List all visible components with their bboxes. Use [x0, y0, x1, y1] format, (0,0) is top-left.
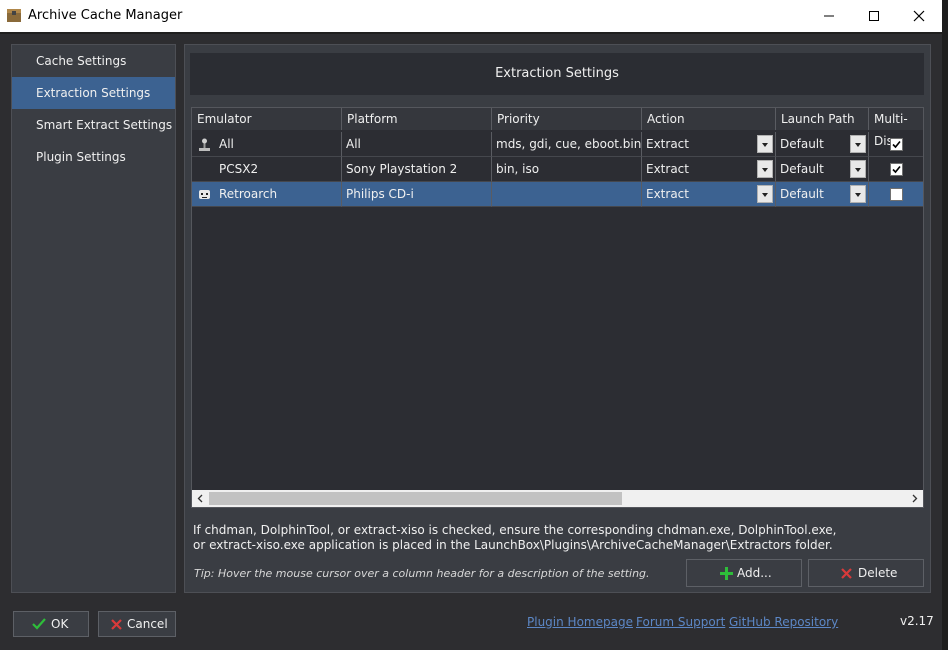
cancel-button[interactable]: Cancel	[98, 611, 176, 637]
archive-box-icon	[7, 9, 21, 22]
launch-path-value: Default	[780, 187, 824, 201]
add-button[interactable]: Add...	[686, 559, 802, 587]
column-header-platform[interactable]: Platform	[342, 108, 492, 130]
ok-button-label: OK	[51, 617, 69, 631]
launch-path-dropdown[interactable]: Default	[776, 157, 869, 182]
launch-path-value: Default	[780, 137, 824, 151]
chevron-down-icon[interactable]	[850, 160, 866, 178]
chevron-left-icon	[197, 494, 203, 503]
scroll-right-button[interactable]	[906, 490, 923, 507]
extraction-settings-panel: Extraction Settings Emulator Platform Pr…	[184, 44, 931, 593]
column-header-priority[interactable]: Priority	[492, 108, 642, 130]
window-title: Archive Cache Manager	[28, 8, 183, 23]
table-row-selected[interactable]: Retroarch Philips CD-i Extract Default	[192, 182, 923, 207]
sidebar-item-smart-extract-settings[interactable]: Smart Extract Settings	[12, 109, 175, 141]
launch-path-dropdown[interactable]: Default	[776, 132, 869, 157]
version-label: v2.17	[900, 614, 934, 628]
tip-text: Tip: Hover the mouse cursor over a colum…	[194, 567, 650, 580]
delete-x-icon	[841, 568, 852, 579]
maximize-icon	[869, 11, 879, 21]
ok-button[interactable]: OK	[13, 611, 89, 637]
minimize-button[interactable]	[806, 0, 852, 32]
add-button-label: Add...	[737, 566, 772, 580]
cancel-x-icon	[111, 619, 122, 630]
minimize-icon	[824, 15, 834, 17]
checkmark-icon	[892, 140, 901, 149]
chevron-down-icon[interactable]	[757, 185, 773, 203]
emulator-cell[interactable]: Retroarch	[192, 182, 342, 207]
chevron-down-icon[interactable]	[850, 135, 866, 153]
chevron-right-icon	[912, 494, 918, 503]
action-dropdown[interactable]: Extract	[642, 132, 776, 157]
info-line-2: or extract-xiso.exe application is place…	[193, 538, 833, 552]
sidebar-item-cache-settings[interactable]: Cache Settings	[12, 45, 175, 77]
forum-support-link[interactable]: Forum Support	[636, 615, 725, 629]
window-edge	[942, 0, 948, 650]
emulator-name: PCSX2	[219, 162, 259, 176]
checkmark-icon	[892, 165, 901, 174]
action-dropdown[interactable]: Extract	[642, 182, 776, 207]
platform-cell[interactable]: All	[342, 132, 492, 157]
github-repository-link[interactable]: GitHub Repository	[729, 615, 838, 629]
space-invader-icon	[199, 190, 210, 199]
info-line-1: If chdman, DolphinTool, or extract-xiso …	[193, 523, 837, 537]
delete-button-label: Delete	[858, 566, 898, 580]
action-dropdown[interactable]: Extract	[642, 157, 776, 182]
title-bar[interactable]: Archive Cache Manager	[0, 0, 942, 32]
cancel-button-label: Cancel	[127, 617, 168, 631]
emulator-cell[interactable]: PCSX2	[192, 157, 342, 182]
multi-disc-cell[interactable]	[869, 157, 923, 182]
extractor-info-text: If chdman, DolphinTool, or extract-xiso …	[193, 523, 837, 553]
table-row[interactable]: PCSX2 Sony Playstation 2 bin, iso Extrac…	[192, 157, 923, 182]
frame-divider	[0, 32, 942, 34]
delete-button[interactable]: Delete	[808, 559, 924, 587]
column-header-launch-path[interactable]: Launch Path	[776, 108, 869, 130]
emulator-name: Retroarch	[219, 187, 278, 201]
action-value: Extract	[646, 162, 689, 176]
chevron-down-icon[interactable]	[757, 160, 773, 178]
close-button[interactable]	[896, 0, 942, 32]
multi-disc-checkbox[interactable]	[890, 138, 903, 151]
multi-disc-checkbox[interactable]	[890, 188, 903, 201]
priority-cell[interactable]: mds, gdi, cue, eboot.bin	[492, 132, 642, 157]
sidebar-item-extraction-settings[interactable]: Extraction Settings	[12, 77, 175, 109]
launch-path-value: Default	[780, 162, 824, 176]
horizontal-scrollbar[interactable]	[192, 490, 923, 507]
plugin-homepage-link[interactable]: Plugin Homepage	[527, 615, 633, 629]
extraction-grid[interactable]: Emulator Platform Priority Action Launch…	[191, 107, 924, 508]
chevron-down-icon[interactable]	[850, 185, 866, 203]
scroll-left-button[interactable]	[192, 490, 209, 507]
emulator-cell[interactable]: All	[192, 132, 342, 157]
column-header-emulator[interactable]: Emulator	[192, 108, 342, 130]
multi-disc-cell[interactable]	[869, 132, 923, 157]
action-value: Extract	[646, 137, 689, 151]
priority-cell[interactable]: bin, iso	[492, 157, 642, 182]
table-row[interactable]: All All mds, gdi, cue, eboot.bin Extract…	[192, 132, 923, 157]
plus-icon	[720, 567, 733, 580]
column-header-multi-disc[interactable]: Multi-Disc	[869, 108, 923, 148]
close-icon	[913, 10, 925, 22]
action-value: Extract	[646, 187, 689, 201]
platform-cell[interactable]: Philips CD-i	[342, 182, 492, 207]
panel-title: Extraction Settings	[190, 53, 924, 95]
multi-disc-checkbox[interactable]	[890, 163, 903, 176]
settings-sidebar: Cache Settings Extraction Settings Smart…	[11, 44, 176, 593]
checkmark-icon	[32, 618, 46, 630]
sidebar-item-plugin-settings[interactable]: Plugin Settings	[12, 141, 175, 173]
joystick-icon	[199, 138, 210, 151]
maximize-button[interactable]	[851, 0, 897, 32]
chevron-down-icon[interactable]	[757, 135, 773, 153]
emulator-name: All	[219, 137, 234, 151]
launch-path-dropdown[interactable]: Default	[776, 182, 869, 207]
multi-disc-cell[interactable]	[869, 182, 923, 207]
platform-cell[interactable]: Sony Playstation 2	[342, 157, 492, 182]
scrollbar-thumb[interactable]	[209, 492, 622, 505]
column-header-action[interactable]: Action	[642, 108, 776, 130]
priority-cell[interactable]	[492, 182, 642, 207]
